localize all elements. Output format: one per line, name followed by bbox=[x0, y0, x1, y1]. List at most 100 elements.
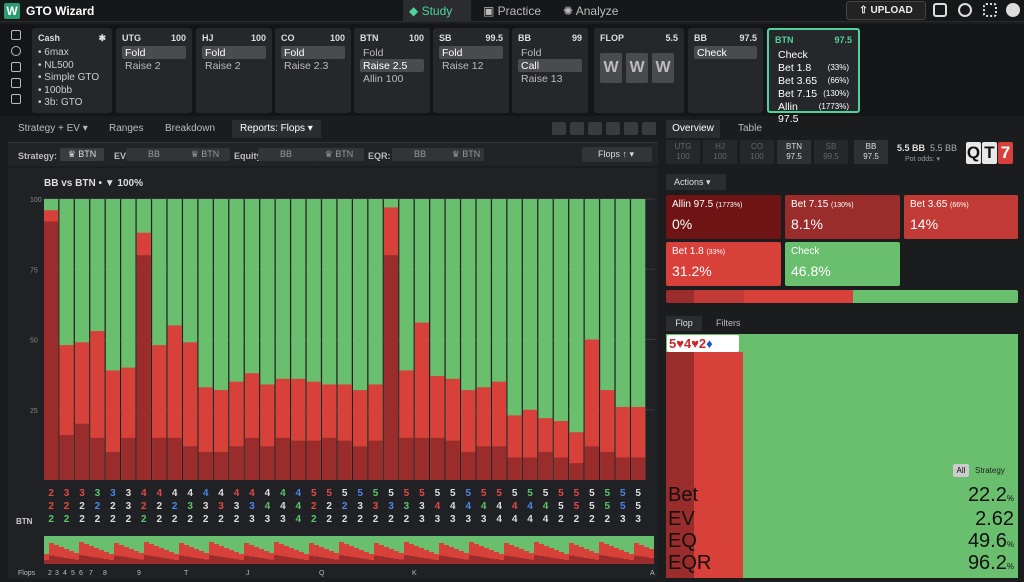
bar-bet-large[interactable] bbox=[600, 451, 615, 480]
bar-bet-large[interactable] bbox=[476, 446, 491, 480]
toggle-all[interactable]: All bbox=[953, 464, 969, 477]
bar-bet-large[interactable] bbox=[538, 451, 553, 480]
tab-table[interactable]: Table bbox=[732, 120, 768, 138]
overview-label: 4 bbox=[63, 570, 67, 577]
overview-bar-dark bbox=[229, 558, 234, 564]
stat-unit: % bbox=[1006, 494, 1014, 503]
bar-bet-large[interactable] bbox=[461, 451, 476, 480]
bar-bet-large[interactable] bbox=[136, 255, 151, 480]
bar-bet-large[interactable] bbox=[44, 221, 59, 481]
x-card-label: 5 bbox=[589, 501, 595, 512]
overview-bar-dark bbox=[509, 556, 514, 564]
overview-bar-dark bbox=[214, 556, 219, 564]
action-pct: (33%) bbox=[706, 249, 726, 256]
bar-bet-large[interactable] bbox=[383, 255, 399, 480]
bar-bet-large[interactable] bbox=[59, 435, 74, 480]
pos-chip-co[interactable]: CO 100 bbox=[740, 140, 774, 164]
bar-bet-large[interactable] bbox=[244, 437, 260, 480]
overview-bar-dark bbox=[419, 557, 424, 564]
bar-bet-large[interactable] bbox=[584, 446, 599, 480]
bar-bet-large[interactable] bbox=[368, 440, 383, 480]
toggle-strategy[interactable]: Strategy bbox=[975, 466, 1005, 475]
x-card-label: 2 bbox=[605, 514, 611, 525]
bar-bet-large[interactable] bbox=[522, 457, 538, 480]
bar-bet-large[interactable] bbox=[445, 440, 460, 480]
bar-bet-large[interactable] bbox=[213, 451, 229, 480]
x-card-label: 4 bbox=[156, 488, 162, 499]
bar-bet-large[interactable] bbox=[90, 437, 105, 480]
x-card-label: 5 bbox=[357, 488, 363, 499]
x-card-label: 3 bbox=[249, 501, 255, 512]
overview-bar-dark bbox=[609, 556, 614, 564]
bar-bet-large[interactable] bbox=[507, 457, 522, 480]
overview-bar-dark bbox=[349, 556, 354, 564]
bar-bet-large[interactable] bbox=[631, 457, 646, 480]
action-box-4[interactable]: Check 46.8% bbox=[785, 242, 900, 286]
x-card-label: 4 bbox=[280, 488, 286, 499]
tab-filters[interactable]: Filters bbox=[716, 318, 741, 328]
overview-bar-dark bbox=[454, 558, 459, 564]
bar-bet-large[interactable] bbox=[569, 463, 584, 480]
bar-bet-large[interactable] bbox=[306, 440, 321, 480]
bar-bet-large[interactable] bbox=[275, 437, 290, 480]
bar-bet-large[interactable] bbox=[121, 437, 136, 480]
x-card-label: 3 bbox=[234, 501, 240, 512]
x-card-label: 4 bbox=[496, 514, 502, 525]
bar-bet-large[interactable] bbox=[353, 446, 368, 480]
pos-chip-hj[interactable]: HJ 100 bbox=[703, 140, 737, 164]
x-card-label: 4 bbox=[527, 501, 533, 512]
bar-bet-large[interactable] bbox=[322, 437, 337, 480]
bar-bet-large[interactable] bbox=[152, 437, 167, 480]
bar-bet-large[interactable] bbox=[430, 437, 445, 480]
bar-bet-large[interactable] bbox=[105, 451, 120, 480]
overview-bar-dark bbox=[379, 556, 384, 564]
bar-bet-large[interactable] bbox=[260, 446, 275, 480]
x-card-label: 2 bbox=[64, 501, 70, 512]
overview-bar-dark bbox=[269, 559, 274, 564]
pos-chip-bb[interactable]: BB 97.5 bbox=[854, 140, 888, 164]
x-card-label: 5 bbox=[496, 488, 502, 499]
action-box-3[interactable]: Bet 1.8 (33%) 31.2% bbox=[666, 242, 781, 286]
bar-bet-large[interactable] bbox=[553, 457, 569, 480]
bar-bet-large[interactable] bbox=[74, 423, 90, 480]
bar-bet-large[interactable] bbox=[414, 437, 429, 480]
bar-bet-large[interactable] bbox=[615, 457, 630, 480]
overview-bar-dark bbox=[334, 559, 339, 564]
bar-bet-large[interactable] bbox=[167, 437, 182, 480]
overview-bar-dark bbox=[244, 555, 249, 564]
overview-bar-dark bbox=[149, 556, 154, 564]
bar-bet-large[interactable] bbox=[337, 440, 352, 480]
bar-bet-large[interactable] bbox=[229, 446, 244, 480]
action-box-2[interactable]: Bet 3.65 (66%) 14% bbox=[904, 195, 1018, 239]
actions-dropdown[interactable]: Actions ▾ bbox=[666, 174, 726, 190]
pos-chip-sb[interactable]: SB 99.5 bbox=[814, 140, 848, 164]
tab-overview[interactable]: Overview bbox=[666, 120, 720, 138]
overview-bar-dark bbox=[389, 558, 394, 564]
overview-label: 7 bbox=[89, 570, 93, 577]
bar-bet-large[interactable] bbox=[183, 446, 198, 480]
action-box-0[interactable]: Allin 97.5 (1773%) 0% bbox=[666, 195, 781, 239]
bar-bet-large[interactable] bbox=[399, 437, 414, 480]
freq-segment bbox=[743, 290, 854, 303]
overview-bar-dark bbox=[449, 557, 454, 564]
tab-flop[interactable]: Flop bbox=[666, 316, 702, 331]
overview-bar-dark bbox=[569, 555, 574, 564]
action-name: Check bbox=[791, 246, 894, 257]
overview-bar-dark bbox=[619, 558, 624, 564]
x-card-label: 5 bbox=[481, 488, 487, 499]
pos-chip-utg[interactable]: UTG 100 bbox=[666, 140, 700, 164]
overview-bar-dark bbox=[434, 560, 439, 564]
overview-bar-dark bbox=[209, 555, 214, 564]
bar-bet-large[interactable] bbox=[492, 446, 507, 480]
overview-bar-dark bbox=[394, 558, 399, 564]
overview-bar-dark bbox=[304, 560, 309, 564]
pos-chip-btn[interactable]: BTN 97.5 bbox=[777, 140, 811, 164]
overview-label: 6 bbox=[79, 570, 83, 577]
bar-bet-large[interactable] bbox=[291, 440, 306, 480]
bar-bet-large[interactable] bbox=[198, 451, 213, 480]
pot-odds-dropdown[interactable]: Pot odds: ▾ bbox=[905, 155, 940, 163]
action-box-1[interactable]: Bet 7.15 (130%) 8.1% bbox=[785, 195, 900, 239]
overview-bar-dark bbox=[104, 559, 109, 564]
x-card-label: 2 bbox=[141, 501, 147, 512]
overview-bar-dark bbox=[59, 557, 64, 564]
